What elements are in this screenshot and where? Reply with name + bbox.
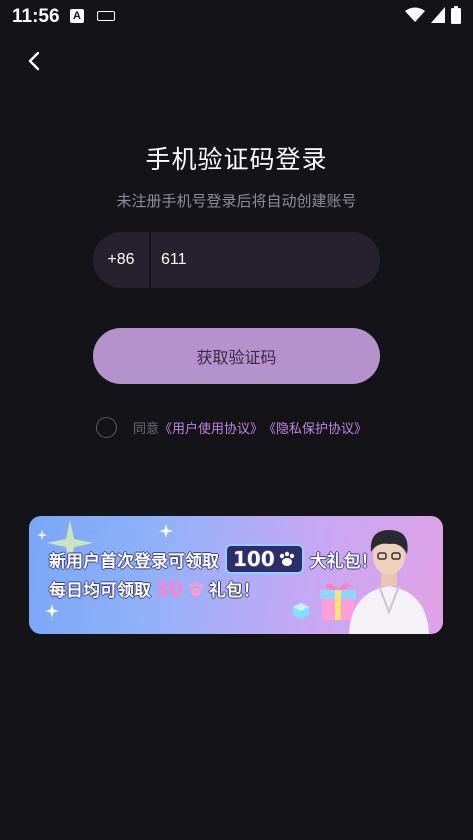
status-icons	[405, 6, 461, 24]
banner-line-2-suffix: 礼包！	[208, 581, 260, 601]
signal-icon	[431, 7, 445, 23]
banner-line-2: 每日均可领取 30 礼包！	[49, 576, 260, 602]
user-agreement-link[interactable]: 《用户使用协议》	[159, 418, 263, 437]
sparkle-icon	[159, 524, 173, 538]
page-title: 手机验证码登录	[145, 145, 328, 174]
banner-amount-30: 30	[155, 576, 183, 601]
amount-badge: 100	[225, 544, 304, 574]
banner-line-2-prefix: 每日均可领取	[49, 581, 151, 601]
cube-icon	[293, 603, 309, 619]
agreement-row: 同意 《用户使用协议》 《隐私保护协议》	[96, 416, 367, 438]
keyboard-icon	[97, 11, 115, 21]
banner-line-1-prefix: 新用户首次登录可领取	[49, 551, 219, 572]
status-time: 11:56	[12, 6, 60, 27]
status-bar: 11:56 A	[0, 0, 473, 34]
chevron-left-icon	[28, 51, 40, 71]
country-code-selector[interactable]: +86	[93, 251, 149, 269]
paw-icon	[279, 551, 294, 566]
agree-prefix: 同意	[133, 421, 160, 437]
paw-icon	[188, 581, 204, 596]
a-notification-icon: A	[70, 9, 84, 23]
back-button[interactable]	[18, 46, 50, 76]
phone-number-input[interactable]	[151, 232, 380, 288]
phone-input-row: +86	[93, 232, 380, 288]
agree-checkbox[interactable]	[96, 416, 117, 438]
sparkle-icon	[45, 604, 59, 618]
wifi-icon	[405, 7, 425, 22]
person-illustration	[349, 530, 429, 634]
promo-banner[interactable]: 新用户首次登录可领取 100 大礼包！ 每日均可领取 30 礼包！	[29, 516, 443, 634]
page-subtitle: 未注册手机号登录后将自动创建账号	[116, 192, 357, 210]
battery-icon	[451, 6, 461, 24]
banner-amount-100: 100	[233, 547, 275, 571]
sparkle-icon	[37, 530, 47, 540]
privacy-agreement-link[interactable]: 《隐私保护协议》	[263, 418, 367, 437]
banner-line-1: 新用户首次登录可领取 100 大礼包！	[49, 544, 378, 574]
get-code-button[interactable]: 获取验证码	[93, 328, 380, 384]
